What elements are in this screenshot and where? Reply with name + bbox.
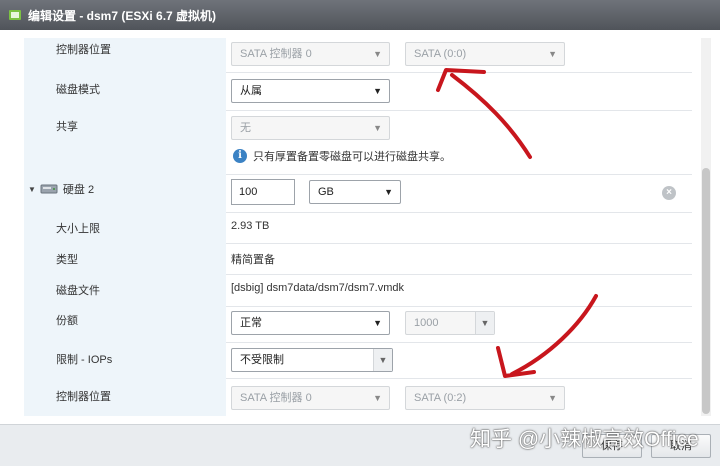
annotation-arrow-1 [450,73,532,159]
annotation-arrows [436,68,598,378]
edit-settings-dialog: 编辑设置 - dsm7 (ESXi 6.7 虚拟机) 控制器位置 SATA 控制… [0,0,720,466]
annotation-arrow-2 [510,294,598,376]
watermark: 知乎 @小辣椒高效Office [470,428,699,451]
